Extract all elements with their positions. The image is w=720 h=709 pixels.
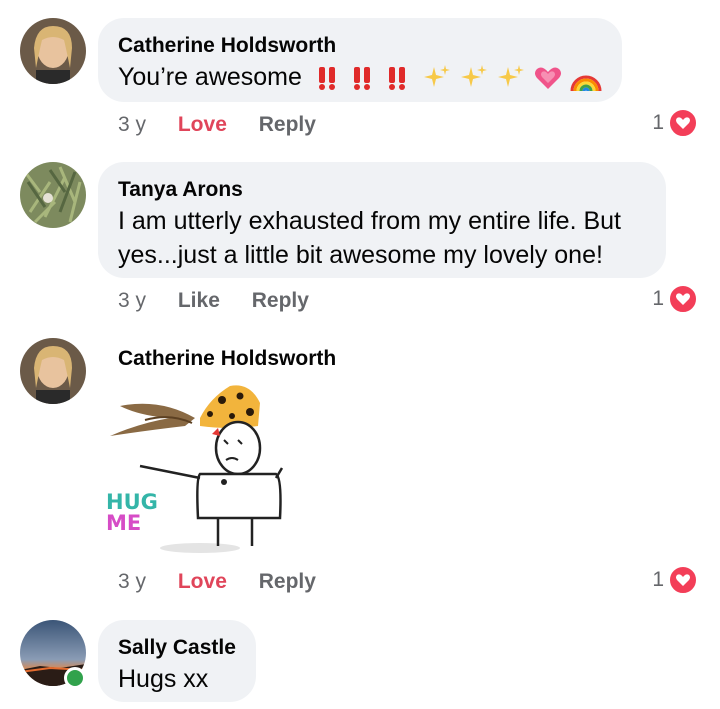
rainbow-icon: [570, 75, 602, 92]
reaction-summary[interactable]: 1: [652, 565, 698, 595]
sparkles-icon: [497, 65, 524, 88]
sticker-word-me: ME: [106, 511, 142, 535]
reaction-count: 1: [652, 287, 664, 310]
heart-icon: [668, 565, 698, 595]
comment-bubble: Tanya Arons I am utterly exhausted from …: [98, 162, 666, 278]
heart-icon: [668, 284, 698, 314]
reply-button[interactable]: Reply: [259, 569, 316, 595]
love-button[interactable]: Love: [178, 569, 227, 595]
comment-time[interactable]: 3 y: [118, 112, 146, 138]
love-button[interactable]: Love: [178, 112, 227, 138]
growing-heart-icon: [534, 67, 561, 90]
avatar[interactable]: [20, 162, 86, 228]
comment-author[interactable]: Catherine Holdsworth: [118, 345, 336, 373]
comment-actions: 3 y Like Reply: [118, 288, 335, 314]
comment-text: You’re awesome: [118, 63, 302, 91]
comment-actions: 3 y Love Reply: [118, 569, 342, 595]
double-exclamation-icon: [353, 67, 370, 91]
comment-time[interactable]: 3 y: [118, 569, 146, 595]
double-exclamation-icon: [318, 67, 335, 91]
reaction-summary[interactable]: 1: [652, 108, 698, 138]
comment-text-line: I am utterly exhausted from my entire li…: [118, 207, 621, 235]
comment-author[interactable]: Tanya Arons: [118, 176, 646, 204]
comment-bubble: Sally Castle Hugs xx: [98, 620, 256, 702]
comment-actions: 3 y Love Reply: [118, 112, 342, 138]
comment-author[interactable]: Sally Castle: [118, 634, 236, 662]
sticker-caption: HUG ME: [106, 492, 158, 534]
like-button[interactable]: Like: [178, 288, 220, 314]
reply-button[interactable]: Reply: [252, 288, 309, 314]
avatar[interactable]: [20, 18, 86, 84]
comment-text: Hugs xx: [118, 665, 209, 693]
sticker-word-hug: HUG: [106, 490, 158, 514]
comment-text-line: yes...just a little bit awesome my lovel…: [118, 241, 603, 269]
reaction-count: 1: [652, 111, 664, 134]
avatar[interactable]: [20, 338, 86, 404]
comment-time[interactable]: 3 y: [118, 288, 146, 314]
comment-author[interactable]: Catherine Holdsworth: [118, 32, 602, 60]
sparkles-icon: [423, 65, 450, 88]
online-status-icon: [64, 667, 86, 689]
reply-button[interactable]: Reply: [259, 112, 316, 138]
sparkles-icon: [460, 65, 487, 88]
heart-icon: [668, 108, 698, 138]
reaction-count: 1: [652, 568, 664, 591]
double-exclamation-icon: [388, 67, 405, 91]
comment-bubble: Catherine Holdsworth You’re awesome: [98, 18, 622, 102]
reaction-summary[interactable]: 1: [652, 284, 698, 314]
